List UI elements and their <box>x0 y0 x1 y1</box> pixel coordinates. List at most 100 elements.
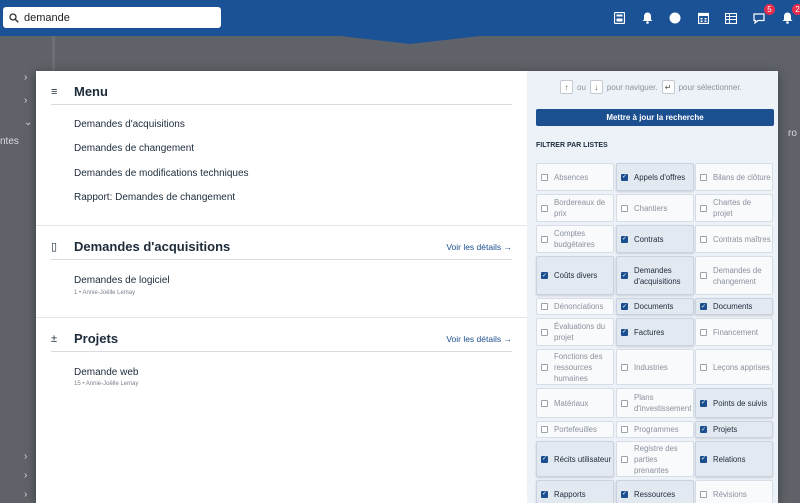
checkbox-icon[interactable] <box>541 399 548 407</box>
filter-checkbox-label: Projets <box>713 425 738 434</box>
checkbox-checked-icon[interactable] <box>700 455 707 463</box>
checkbox-checked-icon[interactable] <box>621 173 628 181</box>
checkbox-icon[interactable] <box>700 490 707 498</box>
menu-result-item[interactable]: Demandes de modifications techniques <box>74 168 249 179</box>
filter-checkbox-item[interactable]: Industries <box>616 349 694 385</box>
checkbox-checked-icon[interactable] <box>541 272 548 279</box>
filter-checkbox-item[interactable]: Portefeuilles <box>536 421 614 438</box>
filter-checkbox-item[interactable]: Contrats <box>616 225 694 253</box>
filter-checkbox-item[interactable]: Registre des parties prenantes <box>616 441 694 477</box>
filter-checkbox-item[interactable]: Récits utilisateur <box>536 441 614 477</box>
chevron-right-icon: › <box>24 489 28 500</box>
filter-checkbox-label: Points de suivis <box>713 398 768 408</box>
chat-icon[interactable]: 5 <box>752 4 775 25</box>
checkbox-icon[interactable] <box>541 328 548 336</box>
bell-icon[interactable] <box>640 11 654 25</box>
filter-checkbox-item[interactable]: Financement <box>695 318 773 346</box>
projects-details-link[interactable]: Voir les détails → <box>446 334 512 344</box>
filter-checkbox-item[interactable]: Fonctions des ressources humaines <box>536 349 614 385</box>
checkbox-checked-icon[interactable] <box>541 490 548 498</box>
filter-checkbox-item[interactable]: Documents <box>695 298 773 315</box>
checkbox-icon[interactable] <box>700 235 707 243</box>
timesheet-icon[interactable] <box>724 11 738 25</box>
filter-checkbox-label: Appels d'offres <box>634 172 686 182</box>
arrow-right-icon: → <box>503 241 513 252</box>
project-result-item[interactable]: Demande web <box>74 367 138 378</box>
filter-checkbox-item[interactable]: Documents <box>616 298 694 315</box>
checkbox-icon[interactable] <box>621 204 628 212</box>
checkbox-checked-icon[interactable] <box>541 455 548 463</box>
filter-checkbox-item[interactable]: Factures <box>616 318 694 346</box>
checkbox-icon[interactable] <box>541 303 548 310</box>
filter-checkbox-item[interactable]: Projets <box>695 421 773 438</box>
top-bar: 5 2 <box>0 0 800 36</box>
menu-result-item[interactable]: Rapport: Demandes de changement <box>74 192 235 203</box>
calculator-icon[interactable] <box>612 11 626 25</box>
arrow-up-key-icon: ↑ <box>560 80 573 94</box>
checkbox-icon[interactable] <box>541 363 548 371</box>
checkbox-checked-icon[interactable] <box>621 235 628 243</box>
filter-checkbox-item[interactable]: Chartes de projet <box>695 194 773 222</box>
user-status-icon[interactable] <box>668 11 682 25</box>
acquisition-result-item[interactable]: Demandes de logiciel <box>74 275 170 286</box>
filter-checkbox-item[interactable]: Bordereaux de prix <box>536 194 614 222</box>
checkbox-icon[interactable] <box>541 204 548 212</box>
filter-checkbox-item[interactable]: Appels d'offres <box>616 163 694 191</box>
checkbox-icon[interactable] <box>621 363 628 371</box>
checkbox-checked-icon[interactable] <box>621 303 628 310</box>
checkbox-icon[interactable] <box>541 426 548 433</box>
menu-result-item[interactable]: Demandes de changement <box>74 143 194 154</box>
search-icon <box>9 12 19 23</box>
filter-checkbox-item[interactable]: Évaluations du projet <box>536 318 614 346</box>
filter-checkbox-item[interactable]: Demandes d'acquisitions <box>616 256 694 295</box>
filter-checkbox-item[interactable]: Bilans de clôture <box>695 163 773 191</box>
update-search-button[interactable]: Mettre à jour la recherche <box>536 109 774 126</box>
checkbox-checked-icon[interactable] <box>621 490 628 498</box>
search-input[interactable] <box>24 11 204 24</box>
checkbox-checked-icon[interactable] <box>621 272 628 279</box>
checkbox-icon[interactable] <box>700 204 707 212</box>
checkbox-icon[interactable] <box>621 455 628 463</box>
checkbox-icon[interactable] <box>700 173 707 181</box>
menu-result-item[interactable]: Demandes d'acquisitions <box>74 119 185 130</box>
menu-icon: ≡ <box>51 85 58 98</box>
filter-checkbox-label: Documents <box>713 302 753 311</box>
filter-checkbox-item[interactable]: Leçons apprises <box>695 349 773 385</box>
menu-section-header: ≡ Menu <box>51 84 512 105</box>
filter-checkbox-item[interactable]: Rapports <box>536 480 614 503</box>
acquisitions-details-link[interactable]: Voir les détails → <box>446 242 512 252</box>
checkbox-checked-icon[interactable] <box>700 303 707 310</box>
checkbox-checked-icon[interactable] <box>700 399 707 407</box>
checkbox-checked-icon[interactable] <box>621 328 628 336</box>
filter-checkbox-item[interactable]: Dénonciations <box>536 298 614 315</box>
filter-checkbox-item[interactable]: Absences <box>536 163 614 191</box>
filter-checkbox-item[interactable]: Points de suivis <box>695 388 773 418</box>
filter-checkbox-item[interactable]: Révisions <box>695 480 773 503</box>
filter-checkbox-label: Révisions <box>713 489 747 499</box>
checkbox-icon[interactable] <box>541 173 548 181</box>
calendar-icon[interactable] <box>696 11 710 25</box>
filter-checkbox-item[interactable]: Matériaux <box>536 388 614 418</box>
filter-checkbox-item[interactable]: Relations <box>695 441 773 477</box>
project-result-meta: 15 • Annie-Joëlle Lemay <box>74 381 139 387</box>
filter-checkbox-item[interactable]: Coûts divers <box>536 256 614 295</box>
filter-checkbox-label: Programmes <box>634 425 679 434</box>
checkbox-icon[interactable] <box>541 235 548 243</box>
notifications-icon[interactable]: 2 <box>780 4 800 25</box>
filter-panel: ↑ ou ↓ pour naviguer. ↵ pour sélectionne… <box>527 71 778 503</box>
checkbox-icon[interactable] <box>621 426 628 433</box>
filter-checkbox-label: Portefeuilles <box>554 425 597 434</box>
filter-checkbox-item[interactable]: Demandes de changement <box>695 256 773 295</box>
filter-checkbox-item[interactable]: Contrats maîtres <box>695 225 773 253</box>
checkbox-icon[interactable] <box>700 363 707 371</box>
filter-checkbox-item[interactable]: Comptes budgétaires <box>536 225 614 253</box>
filter-checkbox-item[interactable]: Chantiers <box>616 194 694 222</box>
global-search[interactable] <box>3 7 221 28</box>
checkbox-checked-icon[interactable] <box>700 426 707 433</box>
filter-checkbox-item[interactable]: Ressources <box>616 480 694 503</box>
checkbox-icon[interactable] <box>621 399 628 407</box>
checkbox-icon[interactable] <box>700 272 707 279</box>
checkbox-icon[interactable] <box>700 328 707 336</box>
filter-checkbox-item[interactable]: Plans d'investissement <box>616 388 694 418</box>
filter-checkbox-item[interactable]: Programmes <box>616 421 694 438</box>
